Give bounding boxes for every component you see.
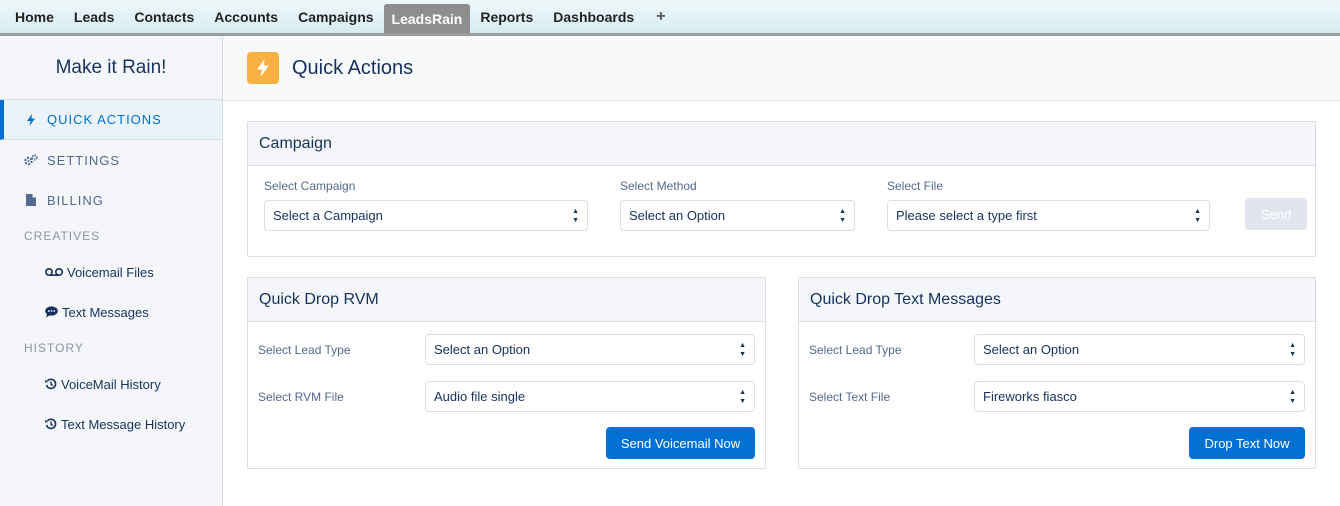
file-select-value: Please select a type first xyxy=(896,208,1037,223)
text-file-value: Fireworks fiasco xyxy=(983,389,1077,404)
select-arrows-icon: ▲ ▼ xyxy=(572,208,579,224)
select-arrows-icon: ▲ ▼ xyxy=(1194,208,1201,224)
top-tab-bar: Home Leads Contacts Accounts Campaigns L… xyxy=(0,0,1340,36)
quick-drop-text-card: Quick Drop Text Messages Select Lead Typ… xyxy=(798,277,1316,469)
tab-leads[interactable]: Leads xyxy=(64,0,124,33)
sidebar-item-settings[interactable]: SETTINGS xyxy=(0,140,222,180)
rvm-file-value: Audio file single xyxy=(434,389,526,404)
tab-home[interactable]: Home xyxy=(5,0,64,33)
lightning-icon xyxy=(24,113,38,126)
rvm-file-select[interactable]: Audio file single ▲ ▼ xyxy=(425,381,755,412)
tab-campaigns[interactable]: Campaigns xyxy=(288,0,383,33)
tab-reports[interactable]: Reports xyxy=(470,0,543,33)
rvm-lead-type-select[interactable]: Select an Option ▲ ▼ xyxy=(425,334,755,365)
chat-bubble-icon xyxy=(45,306,58,318)
add-tab-button[interactable]: + xyxy=(644,0,677,33)
creatives-section-label: CREATIVES xyxy=(24,229,101,243)
sidebar-item-text-messages[interactable]: Text Messages xyxy=(0,292,222,332)
rvm-lead-type-value: Select an Option xyxy=(434,342,531,357)
campaign-card-title: Campaign xyxy=(248,122,1315,166)
select-campaign-label: Select Campaign xyxy=(264,179,356,193)
select-arrows-icon: ▲ ▼ xyxy=(739,389,746,405)
send-button[interactable]: Send xyxy=(1245,198,1307,230)
text-file-select[interactable]: Fireworks fiasco ▲ ▼ xyxy=(974,381,1305,412)
sidebar-item-label: Text Messages xyxy=(62,304,149,320)
rvm-card-title: Quick Drop RVM xyxy=(248,278,765,322)
sidebar-item-label: BILLING xyxy=(47,192,104,208)
tab-accounts[interactable]: Accounts xyxy=(204,0,288,33)
gears-icon xyxy=(24,154,38,166)
text-lead-type-select[interactable]: Select an Option ▲ ▼ xyxy=(974,334,1305,365)
campaign-select[interactable]: Select a Campaign ▲ ▼ xyxy=(264,200,588,231)
rvm-file-label: Select RVM File xyxy=(258,390,344,404)
text-card-title: Quick Drop Text Messages xyxy=(799,278,1315,322)
sidebar: Make it Rain! QUICK ACTIONS SETTINGS BIL… xyxy=(0,36,223,506)
quick-drop-rvm-card: Quick Drop RVM Select Lead Type Select a… xyxy=(247,277,766,469)
sidebar-item-voicemail-files[interactable]: Voicemail Files xyxy=(0,252,222,292)
select-file-label: Select File xyxy=(887,179,944,193)
sidebar-item-text-message-history[interactable]: Text Message History xyxy=(0,404,222,444)
text-file-label: Select Text File xyxy=(809,390,891,404)
select-arrows-icon: ▲ ▼ xyxy=(739,342,746,358)
select-arrows-icon: ▲ ▼ xyxy=(1289,389,1296,405)
page-title: Quick Actions xyxy=(292,56,414,79)
sidebar-item-quick-actions[interactable]: QUICK ACTIONS xyxy=(0,100,222,140)
method-select-value: Select an Option xyxy=(629,208,726,223)
history-icon xyxy=(45,418,57,430)
select-arrows-icon: ▲ ▼ xyxy=(839,208,846,224)
method-select[interactable]: Select an Option ▲ ▼ xyxy=(620,200,855,231)
tab-dashboards[interactable]: Dashboards xyxy=(543,0,644,33)
send-voicemail-now-button[interactable]: Send Voicemail Now xyxy=(606,427,755,459)
sidebar-item-label: VoiceMail History xyxy=(61,376,161,392)
page-header: Quick Actions xyxy=(223,36,1340,101)
file-select[interactable]: Please select a type first ▲ ▼ xyxy=(887,200,1210,231)
lightning-icon xyxy=(247,52,279,84)
tab-leadsrain[interactable]: LeadsRain xyxy=(383,4,471,33)
voicemail-icon xyxy=(45,267,63,277)
history-section-label: HISTORY xyxy=(24,341,84,355)
text-lead-type-label: Select Lead Type xyxy=(809,343,902,357)
history-icon xyxy=(45,378,57,390)
rvm-lead-type-label: Select Lead Type xyxy=(258,343,351,357)
select-method-label: Select Method xyxy=(620,179,697,193)
sidebar-item-voicemail-history[interactable]: VoiceMail History xyxy=(0,364,222,404)
text-lead-type-value: Select an Option xyxy=(983,342,1080,357)
campaign-select-value: Select a Campaign xyxy=(273,208,383,223)
select-arrows-icon: ▲ ▼ xyxy=(1289,342,1296,358)
document-icon xyxy=(24,194,38,206)
tab-contacts[interactable]: Contacts xyxy=(124,0,204,33)
sidebar-item-label: Voicemail Files xyxy=(67,264,154,280)
sidebar-item-label: Text Message History xyxy=(61,416,186,432)
sidebar-item-label: QUICK ACTIONS xyxy=(47,112,162,127)
campaign-card: Campaign Select Campaign Select a Campai… xyxy=(247,121,1316,257)
sidebar-item-billing[interactable]: BILLING xyxy=(0,180,222,220)
sidebar-brand: Make it Rain! xyxy=(0,36,222,100)
sidebar-item-label: SETTINGS xyxy=(47,152,121,168)
drop-text-now-button[interactable]: Drop Text Now xyxy=(1189,427,1305,459)
